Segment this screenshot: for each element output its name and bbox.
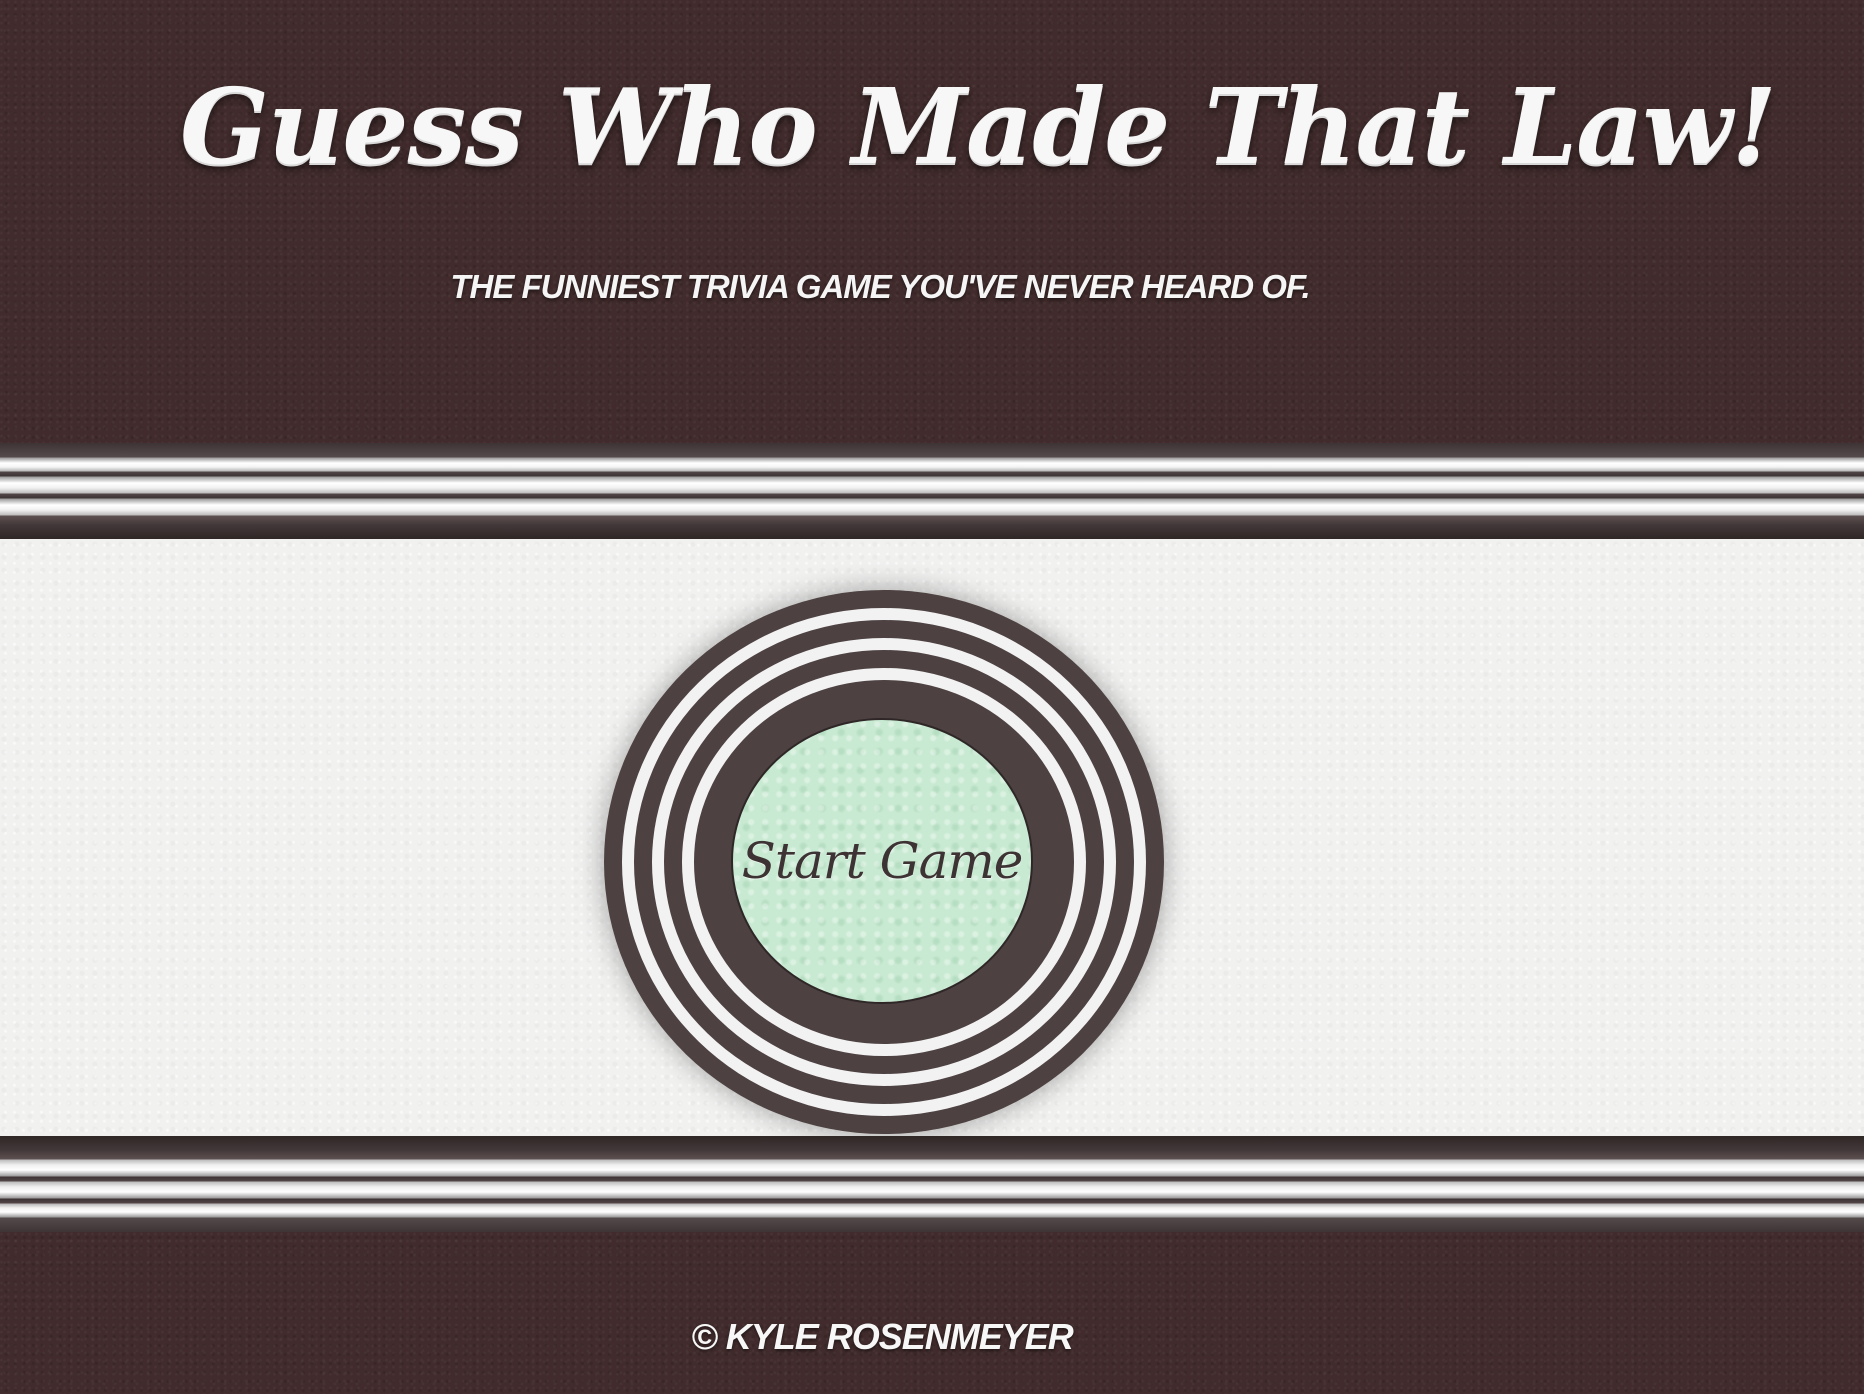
- copyright-text: © Kyle Rosenmeyer: [691, 1316, 1074, 1357]
- start-game-label: Start Game: [741, 832, 1024, 890]
- bottom-stripe-divider: [0, 1136, 1864, 1232]
- footer-section: [0, 1232, 1864, 1394]
- start-game-button[interactable]: Start Game: [731, 718, 1033, 1004]
- page-title: Guess Who Made That Law!: [180, 65, 1777, 188]
- tagline: The funniest trivia game you've never he…: [450, 268, 1310, 305]
- top-stripe-divider: [0, 443, 1864, 539]
